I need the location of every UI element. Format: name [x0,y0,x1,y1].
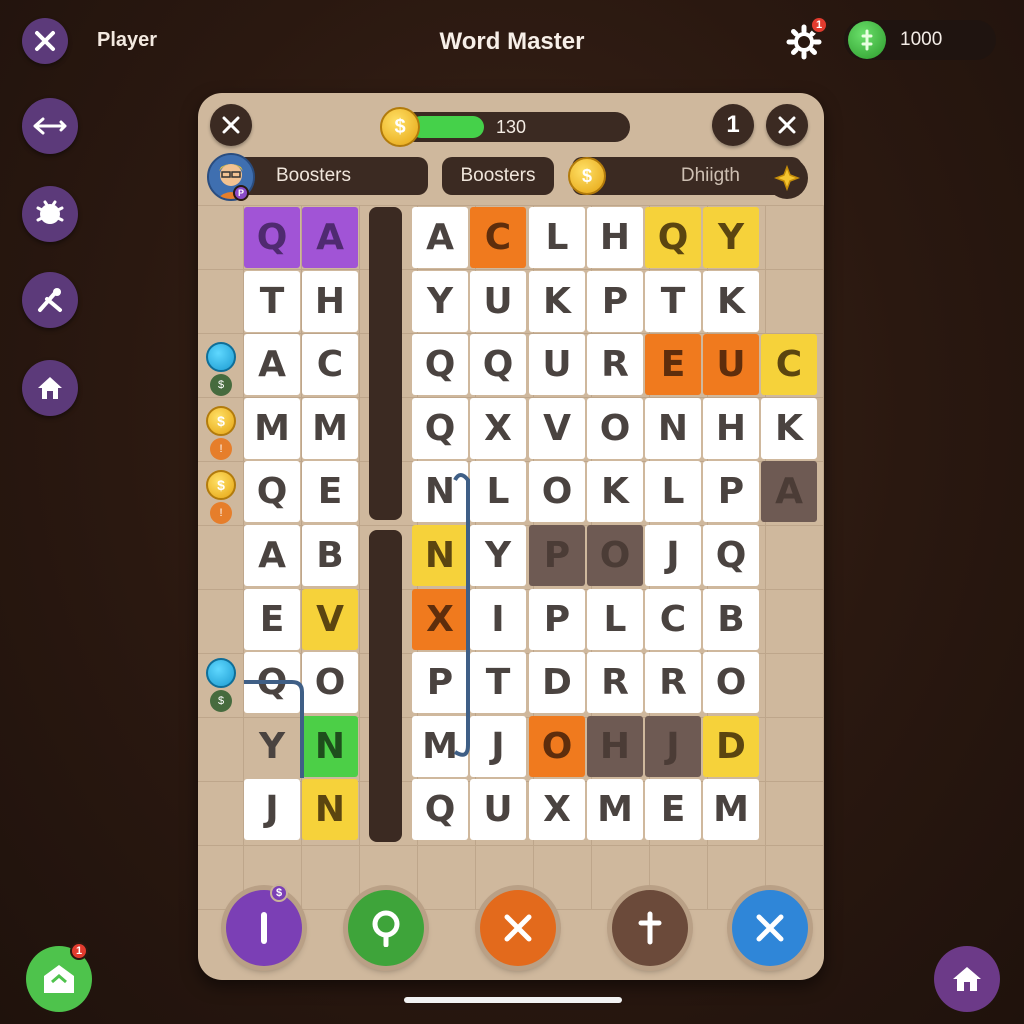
notification-badge: 1 [70,942,88,960]
shop-button[interactable]: 1 [26,942,92,1012]
home-icon [953,967,981,991]
hint-cat-icon[interactable] [206,342,236,372]
coin-icon[interactable]: $ [206,470,236,500]
close-icon [504,914,532,942]
home-indicator[interactable] [404,997,622,1003]
close-icon [756,914,784,942]
search-icon [372,910,400,947]
info-icon [261,912,267,944]
action-badge: $ [270,884,288,902]
cancel-action-button[interactable] [732,890,808,966]
search-action-button[interactable] [348,890,424,966]
mini-bag-icon: $ [210,374,232,396]
clear-action-button[interactable] [480,890,556,966]
mini-alert-icon: ! [210,438,232,460]
word-path-lines [244,473,470,778]
mini-alert-icon: ! [210,502,232,524]
home-button[interactable] [934,946,1000,1012]
hint-cat-icon[interactable] [206,658,236,688]
add-action-button[interactable] [612,890,688,966]
info-action-button[interactable]: $ [226,884,302,966]
coin-icon[interactable]: $ [206,406,236,436]
cross-plus-icon [638,911,662,945]
mini-bag-icon: $ [210,690,232,712]
shop-house-icon [44,965,74,993]
